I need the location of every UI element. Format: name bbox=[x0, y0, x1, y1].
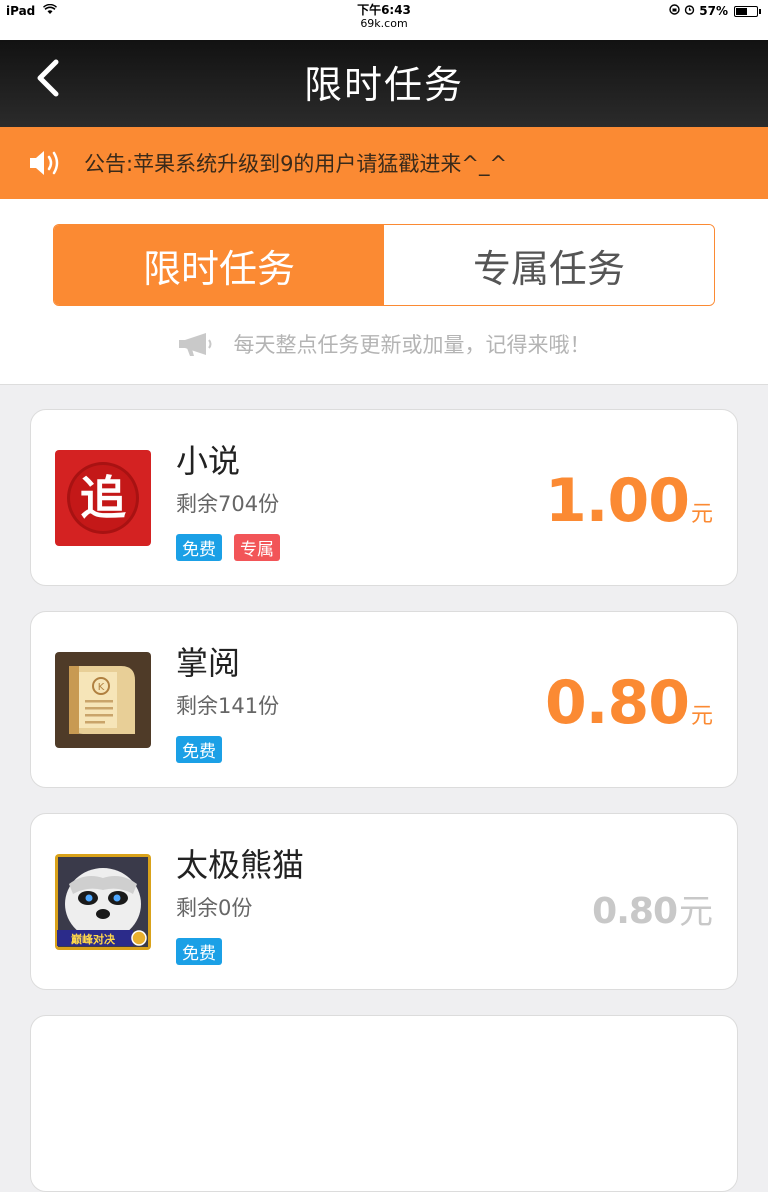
tab-exclusive[interactable]: 专属任务 bbox=[384, 225, 714, 305]
task-name: 掌阅 bbox=[176, 644, 241, 682]
task-badges: 免费 bbox=[176, 938, 222, 965]
task-remaining: 剩余141份 bbox=[176, 694, 280, 718]
task-badges: 免费 bbox=[176, 736, 222, 763]
svg-text:K: K bbox=[98, 682, 105, 693]
speaker-icon bbox=[30, 151, 59, 175]
status-time: 下午6:43 bbox=[357, 3, 411, 17]
badge-free: 免费 bbox=[176, 938, 222, 965]
badge-free: 免费 bbox=[176, 736, 222, 763]
svg-text:巅峰对决: 巅峰对决 bbox=[70, 932, 116, 946]
task-name: 太极熊猫 bbox=[176, 846, 305, 884]
task-name: 小说 bbox=[176, 442, 241, 480]
notice-text: 公告:苹果系统升级到9的用户请猛戳进来^_^ bbox=[84, 152, 508, 176]
battery-percent: 57% bbox=[699, 4, 728, 18]
badge-exclusive: 专属 bbox=[234, 534, 280, 561]
svg-text:追: 追 bbox=[80, 471, 126, 525]
reward-unit: 元 bbox=[679, 892, 713, 932]
task-card[interactable]: 追 小说 剩余704份 免费 专属 1.00 元 bbox=[30, 409, 738, 586]
orientation-lock-icon bbox=[669, 4, 680, 18]
tab-limited-time[interactable]: 限时任务 bbox=[54, 225, 384, 305]
task-reward: 1.00 元 bbox=[545, 466, 713, 536]
status-right: 57% bbox=[669, 4, 761, 18]
page-title: 限时任务 bbox=[303, 63, 464, 107]
taiji-panda-game-icon: 巅峰对决 bbox=[55, 854, 151, 950]
task-card[interactable] bbox=[30, 1015, 738, 1192]
reward-amount: 1.00 bbox=[544, 466, 690, 536]
task-remaining: 剩余704份 bbox=[176, 492, 280, 516]
badge-free: 免费 bbox=[176, 534, 222, 561]
reward-unit: 元 bbox=[690, 704, 713, 729]
reward-amount: 0.80 bbox=[544, 668, 690, 738]
task-remaining: 剩余0份 bbox=[176, 896, 253, 920]
battery-fill bbox=[736, 7, 748, 15]
status-url: 69k.com bbox=[360, 17, 408, 30]
battery-icon bbox=[734, 5, 761, 17]
status-center: 下午6:43 69k.com bbox=[0, 3, 768, 31]
notice-bar[interactable]: 公告:苹果系统升级到9的用户请猛戳进来^_^ bbox=[0, 127, 768, 199]
zhui-novel-app-icon: 追 bbox=[55, 450, 151, 546]
tip-text: 每天整点任务更新或加量，记得来哦！ bbox=[233, 333, 591, 357]
task-reward: 0.80 元 bbox=[545, 668, 713, 738]
update-tip: 每天整点任务更新或加量，记得来哦！ bbox=[0, 329, 768, 359]
tab-switcher: 限时任务 专属任务 bbox=[53, 224, 715, 306]
nav-bar: 限时任务 bbox=[0, 40, 768, 127]
task-reward: 0.80 元 bbox=[592, 884, 713, 933]
status-bar: iPad 下午6:43 69k.com 57% bbox=[0, 0, 768, 40]
megaphone-icon bbox=[178, 333, 211, 356]
reward-amount: 0.80 bbox=[592, 891, 678, 932]
task-badges: 免费 专属 bbox=[176, 534, 280, 561]
tab-panel: 限时任务 专属任务 每天整点任务更新或加量，记得来哦！ bbox=[0, 199, 768, 385]
task-card[interactable]: K 掌阅 剩余141份 免费 0.80 元 bbox=[30, 611, 738, 788]
alarm-icon bbox=[684, 4, 695, 18]
reward-unit: 元 bbox=[690, 502, 713, 527]
task-card[interactable]: 巅峰对决 太极熊猫 剩余0份 免费 0.80 元 bbox=[30, 813, 738, 990]
zhangyue-book-app-icon: K bbox=[55, 652, 151, 748]
